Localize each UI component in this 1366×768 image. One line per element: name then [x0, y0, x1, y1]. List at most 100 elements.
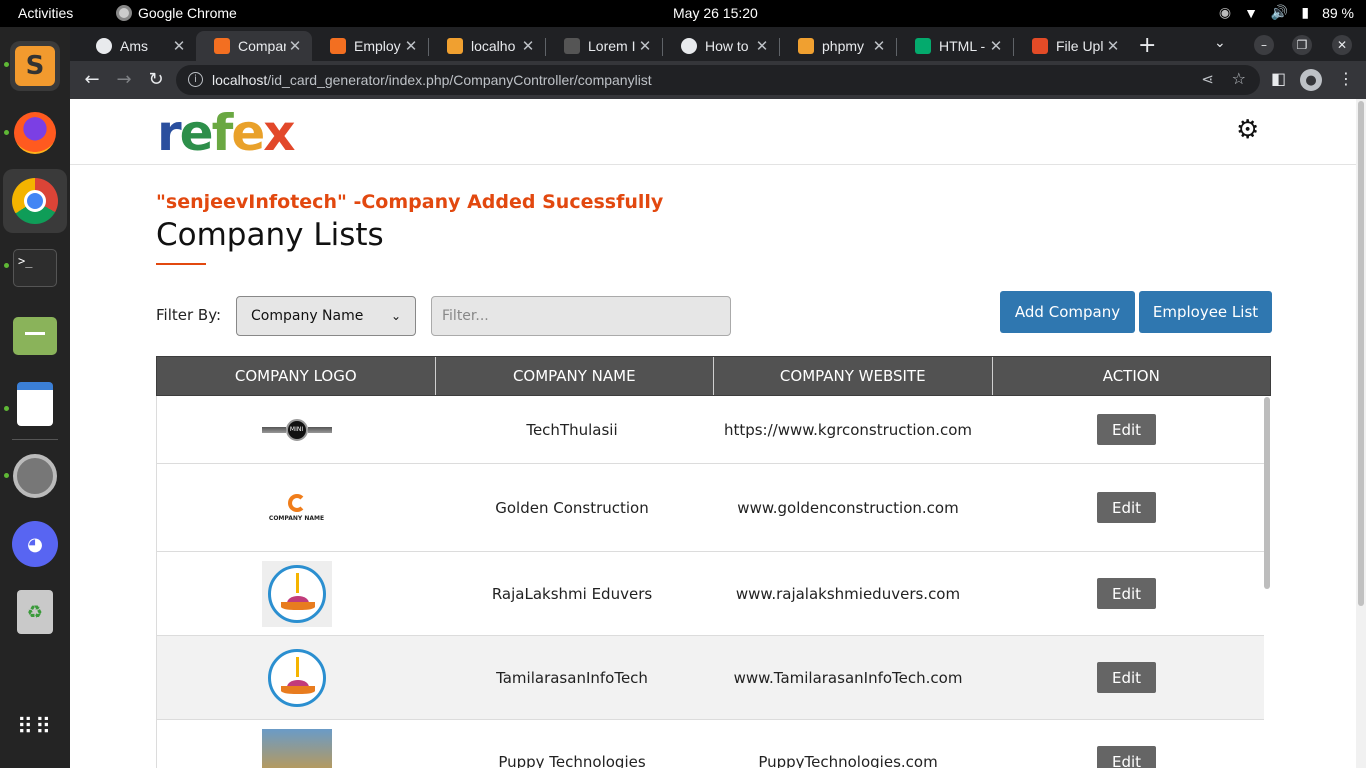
app-name: Google Chrome: [138, 5, 237, 21]
close-icon[interactable]: ✕: [170, 37, 188, 55]
discord-tray-icon[interactable]: ◉: [1219, 4, 1231, 21]
tab-employee[interactable]: Employ ✕: [312, 31, 428, 61]
mini-logo-image: MINI: [261, 418, 332, 441]
edit-button[interactable]: Edit: [1097, 492, 1156, 523]
company-logo: [157, 552, 436, 635]
xampp-icon: [330, 38, 346, 54]
site-info-icon[interactable]: i: [188, 72, 203, 87]
close-icon[interactable]: ✕: [519, 37, 537, 55]
dock-separator: [12, 439, 58, 440]
tab-ams[interactable]: Ams ✕: [78, 31, 196, 61]
tab-phpmyadmin[interactable]: phpmy ✕: [780, 31, 896, 61]
minimize-button[interactable]: –: [1254, 35, 1274, 55]
reload-button[interactable]: ↻: [145, 69, 167, 90]
maximize-button[interactable]: ❐: [1292, 35, 1312, 55]
forward-button[interactable]: →: [113, 69, 135, 90]
close-icon[interactable]: ✕: [636, 37, 654, 55]
refex-logo[interactable]: refex: [157, 105, 296, 161]
side-panel-icon[interactable]: ◧: [1271, 69, 1286, 88]
table-row: RajaLakshmi Eduvers www.rajalakshmieduve…: [156, 552, 1264, 636]
filter-select[interactable]: Company Name ⌄: [236, 296, 416, 336]
back-button[interactable]: ←: [81, 69, 103, 90]
tab-lorem[interactable]: Lorem I ✕: [546, 31, 662, 61]
tab-how-to[interactable]: How to ✕: [663, 31, 779, 61]
tab-localhost[interactable]: localho ✕: [429, 31, 545, 61]
tab-strip: Ams ✕ Compar ✕ Employ ✕ localho ✕ Lorem …: [70, 27, 1366, 61]
profile-avatar[interactable]: ●: [1300, 69, 1322, 91]
lotus-logo-image: [261, 644, 332, 711]
lorem-icon: [564, 38, 580, 54]
table-row: TamilarasanInfoTech www.TamilarasanInfoT…: [156, 636, 1264, 720]
edit-button[interactable]: Edit: [1097, 578, 1156, 609]
header-company-website: COMPANY WEBSITE: [714, 357, 993, 395]
golden-construction-logo: COMPANY NAME: [269, 493, 324, 522]
tab-file-upload[interactable]: File Upl ✕: [1014, 31, 1130, 61]
show-apps-icon[interactable]: ⠿⠿: [10, 703, 60, 753]
header-action: ACTION: [1102, 367, 1160, 385]
chrome-menu-icon[interactable]: ⋮: [1338, 69, 1354, 88]
edit-button[interactable]: Edit: [1097, 662, 1156, 693]
close-window-button[interactable]: ✕: [1332, 35, 1352, 55]
app-menu[interactable]: Google Chrome: [116, 5, 237, 21]
running-indicator: [4, 473, 9, 478]
clock[interactable]: May 26 15:20: [673, 5, 758, 21]
filter-input[interactable]: Filter...: [431, 296, 731, 336]
settings-dock-icon[interactable]: [10, 451, 60, 501]
company-website: https://www.kgrconstruction.com: [723, 420, 973, 439]
close-icon[interactable]: ✕: [1104, 37, 1122, 55]
company-name: TamilarasanInfoTech: [496, 668, 648, 687]
share-icon[interactable]: ⋖: [1201, 70, 1214, 88]
system-tray[interactable]: ◉ ▼ 🔊 ▮ 89 %: [1219, 4, 1354, 21]
settings-gear-icon[interactable]: ⚙: [1236, 117, 1259, 143]
battery-icon: ▮: [1301, 4, 1310, 20]
new-tab-button[interactable]: +: [1138, 33, 1156, 58]
chevron-down-icon: ⌄: [390, 309, 401, 323]
activities-button[interactable]: Activities: [18, 5, 73, 21]
geeks-icon: [681, 38, 697, 54]
text-editor-icon[interactable]: [10, 379, 60, 429]
lotus-logo-image: [261, 560, 332, 627]
bookmark-star-icon[interactable]: ☆: [1232, 69, 1246, 88]
xampp-icon: [214, 38, 230, 54]
wifi-icon: ▼: [1244, 4, 1258, 21]
tab-search-button[interactable]: ⌄: [1214, 35, 1226, 51]
close-icon[interactable]: ✕: [870, 37, 888, 55]
browser-window: Ams ✕ Compar ✕ Employ ✕ localho ✕ Lorem …: [70, 27, 1366, 768]
add-company-button[interactable]: Add Company: [1000, 291, 1135, 333]
header-company-name: COMPANY NAME: [436, 357, 714, 395]
edit-button[interactable]: Edit: [1097, 414, 1156, 445]
files-icon[interactable]: [10, 311, 60, 361]
trash-icon[interactable]: ♻: [10, 587, 60, 637]
success-message: "senjeevInfotech" -Company Added Sucessf…: [156, 191, 664, 213]
sublime-text-icon[interactable]: S: [10, 41, 60, 91]
web-page: refex ⚙ "senjeevInfotech" -Company Added…: [70, 99, 1366, 768]
terminal-icon[interactable]: >_: [10, 243, 60, 293]
edit-button[interactable]: Edit: [1097, 746, 1156, 768]
codeigniter-icon: [1032, 38, 1048, 54]
close-icon[interactable]: ✕: [753, 37, 771, 55]
volume-icon: 🔊: [1270, 4, 1289, 20]
chrome-dock-icon[interactable]: [3, 169, 67, 233]
discord-icon[interactable]: ◕: [10, 519, 60, 569]
address-bar[interactable]: i localhost/id_card_generator/index.php/…: [176, 65, 1260, 95]
chrome-icon: [116, 5, 132, 21]
employee-list-button[interactable]: Employee List: [1139, 291, 1272, 333]
close-icon[interactable]: ✕: [402, 37, 420, 55]
page-scrollbar-thumb[interactable]: [1358, 101, 1364, 606]
url-text[interactable]: localhost/id_card_generator/index.php/Co…: [212, 72, 652, 88]
table-scrollbar[interactable]: [1264, 397, 1270, 589]
firefox-icon[interactable]: [10, 108, 60, 158]
company-website: www.goldenconstruction.com: [737, 498, 959, 517]
close-icon[interactable]: ✕: [286, 37, 304, 55]
system-top-bar: Activities Google Chrome May 26 15:20 ◉ …: [0, 0, 1366, 27]
table-row: MINI TechThulasii https://www.kgrconstru…: [156, 396, 1264, 464]
tab-html[interactable]: HTML - ✕: [897, 31, 1013, 61]
page-scrollbar[interactable]: [1356, 99, 1366, 768]
puppy-logo-image: [261, 728, 332, 768]
close-icon[interactable]: ✕: [987, 37, 1005, 55]
tab-company[interactable]: Compar ✕: [196, 31, 312, 61]
table-header: COMPANY LOGO COMPANY NAME COMPANY WEBSIT…: [156, 356, 1271, 396]
running-indicator: [4, 130, 9, 135]
battery-percent: 89 %: [1322, 4, 1354, 21]
company-name: RajaLakshmi Eduvers: [491, 584, 653, 603]
